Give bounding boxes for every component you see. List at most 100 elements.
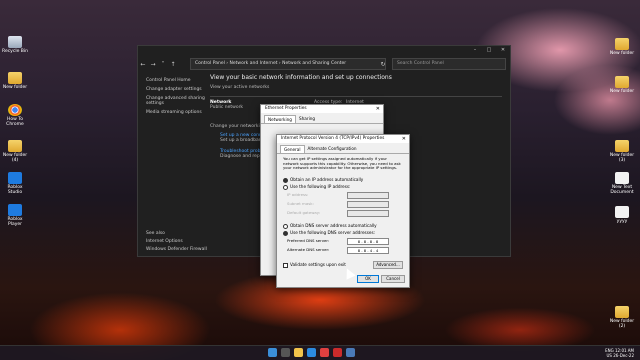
radio-icon[interactable]: [283, 223, 288, 229]
ip-manual-option[interactable]: Use the following IP address:: [283, 184, 350, 190]
chrome-taskbar-icon[interactable]: [320, 348, 329, 357]
control-panel-taskbar-icon[interactable]: [346, 348, 355, 357]
search-icon[interactable]: [281, 348, 290, 357]
forward-arrow-icon[interactable]: →: [148, 61, 158, 68]
minimize-button[interactable]: –: [468, 46, 482, 55]
up-arrow-icon[interactable]: ↑: [168, 61, 178, 68]
desktop-icon-label: New folder: [2, 85, 28, 90]
search-input[interactable]: Search Control Panel: [392, 58, 506, 70]
desktop-icon-new-folder-r1[interactable]: New folder: [608, 38, 636, 56]
desktop-icon-recycle-bin[interactable]: Recycle Bin: [1, 36, 29, 54]
ip-auto-label: Obtain an IP address automatically: [290, 177, 364, 182]
radio-selected-icon[interactable]: [283, 230, 288, 236]
desktop-icon-label: New folder: [609, 51, 635, 56]
alternate-dns-field[interactable]: 8 . 8 . 4 . 4: [347, 247, 389, 254]
cancel-button[interactable]: Cancel: [381, 275, 405, 283]
ip-manual-label: Use the following IP address:: [290, 184, 351, 189]
tab-strip: General Alternate Configuration: [277, 143, 409, 154]
see-also-internet-options[interactable]: Internet Options: [146, 239, 216, 244]
desktop-icon-text-doc[interactable]: New Text Document: [608, 172, 636, 195]
ipv4-properties-dialog: Internet Protocol Version 4 (TCP/IPv4) P…: [276, 134, 410, 288]
dns-auto-option[interactable]: Obtain DNS server address automatically: [283, 223, 377, 229]
active-networks-label: View your active networks: [210, 85, 270, 90]
tab-alternate-configuration[interactable]: Alternate Configuration: [305, 145, 360, 153]
desktop-icon-label: Roblox Studio: [7, 185, 23, 195]
dialog-title-bar[interactable]: Ethernet Properties ✕: [261, 105, 383, 113]
see-also-title: See also: [146, 231, 165, 236]
tab-sharing[interactable]: Sharing: [296, 115, 318, 123]
desktop-icon-yyyy[interactable]: yyyy: [608, 206, 636, 224]
window-controls: – □ ✕: [468, 46, 510, 55]
dns-auto-label: Obtain DNS server address automatically: [290, 223, 377, 228]
advanced-button[interactable]: Advanced...: [373, 261, 403, 269]
system-tray[interactable]: ENG 12:01 AM US 26-Dec-22: [605, 348, 634, 358]
edge-icon[interactable]: [307, 348, 316, 357]
tab-strip: Networking Sharing: [261, 113, 383, 124]
app-icon[interactable]: [333, 348, 342, 357]
desktop-icon-new-folder[interactable]: New folder: [1, 72, 29, 90]
recent-dropdown-icon[interactable]: ˅: [158, 61, 168, 68]
close-icon[interactable]: ✕: [376, 105, 380, 113]
validate-label: Validate settings upon exit: [290, 262, 346, 267]
address-bar[interactable]: Control Panel › Network and Internet › N…: [190, 58, 386, 70]
desktop-icon-roblox-player[interactable]: Roblox Player: [1, 204, 29, 227]
dns-manual-label: Use the following DNS server addresses:: [290, 230, 376, 235]
close-icon[interactable]: ✕: [402, 135, 406, 143]
tab-networking[interactable]: Networking: [264, 115, 296, 123]
ip-auto-option[interactable]: Obtain an IP address automatically: [283, 177, 363, 183]
default-gateway-label: Default gateway:: [287, 210, 321, 215]
desktop-icon-new-folder-3[interactable]: New folder (3): [608, 140, 636, 163]
dialog-title: Internet Protocol Version 4 (TCP/IPv4) P…: [281, 136, 385, 141]
info-text: You can get IP settings assigned automat…: [283, 156, 401, 170]
desktop-icon-chrome[interactable]: How To Chrome: [1, 104, 29, 127]
dialog-title-bar[interactable]: Internet Protocol Version 4 (TCP/IPv4) P…: [277, 135, 409, 143]
subnet-mask-field[interactable]: [347, 201, 389, 208]
clock-date[interactable]: 26-Dec-22: [613, 353, 634, 358]
desktop-icon-label: Recycle Bin: [2, 49, 28, 54]
back-arrow-icon[interactable]: ←: [138, 61, 148, 68]
ip-address-field[interactable]: [347, 192, 389, 199]
search-placeholder: Search Control Panel: [397, 61, 444, 66]
file-explorer-icon[interactable]: [294, 348, 303, 357]
dialog-title: Ethernet Properties: [265, 106, 307, 111]
document-icon: [615, 172, 629, 184]
desktop-icon-label: New folder (3): [609, 153, 635, 163]
start-icon[interactable]: [268, 348, 277, 357]
ok-button[interactable]: OK: [357, 275, 379, 283]
close-button[interactable]: ✕: [496, 46, 510, 55]
desktop-icon-roblox-studio[interactable]: Roblox Studio: [1, 172, 29, 195]
desktop-icon-new-folder-2[interactable]: New folder (2): [608, 306, 636, 329]
desktop-icon-new-folder-r2[interactable]: New folder: [608, 76, 636, 94]
default-gateway-field[interactable]: [347, 210, 389, 217]
preferred-dns-field[interactable]: 8 . 8 . 8 . 8: [347, 238, 389, 245]
folder-icon: [615, 140, 629, 152]
folder-icon: [615, 76, 629, 88]
chrome-icon: [8, 104, 22, 116]
document-icon: [615, 206, 629, 218]
radio-icon[interactable]: [283, 184, 288, 190]
maximize-button[interactable]: □: [482, 46, 496, 55]
see-also-firewall[interactable]: Windows Defender Firewall: [146, 247, 216, 252]
desktop-icon-label: New folder (2): [609, 319, 635, 329]
desktop-icon-label: New folder (4): [2, 153, 28, 163]
desktop-icon-new-folder-4[interactable]: New folder (4): [1, 140, 29, 163]
taskbar-icons: [268, 348, 355, 357]
sidebar-item-adapter-settings[interactable]: Change adapter settings: [146, 87, 206, 92]
desktop-icon-label: New Text Document: [610, 185, 634, 195]
tab-general[interactable]: General: [280, 145, 305, 153]
page-title: View your basic network information and …: [210, 74, 392, 81]
desktop-icon-label: New folder: [609, 89, 635, 94]
checkbox-icon[interactable]: [283, 262, 288, 268]
radio-selected-icon[interactable]: [283, 177, 288, 183]
sidebar-item-media-streaming[interactable]: Media streaming options: [146, 110, 206, 115]
folder-icon: [615, 306, 629, 318]
sidebar-item-control-panel-home[interactable]: Control Panel Home: [146, 78, 206, 83]
sidebar-item-advanced-sharing[interactable]: Change advanced sharing settings: [146, 96, 206, 106]
see-also: See also Internet Options Windows Defend…: [146, 231, 216, 255]
validate-option[interactable]: Validate settings upon exit: [283, 262, 346, 268]
alternate-dns-label: Alternate DNS server:: [287, 247, 330, 252]
region-indicator[interactable]: US: [606, 353, 611, 358]
dns-manual-option[interactable]: Use the following DNS server addresses:: [283, 230, 375, 236]
refresh-icon[interactable]: ↻: [378, 61, 388, 68]
title-bar[interactable]: – □ ✕: [138, 46, 510, 56]
